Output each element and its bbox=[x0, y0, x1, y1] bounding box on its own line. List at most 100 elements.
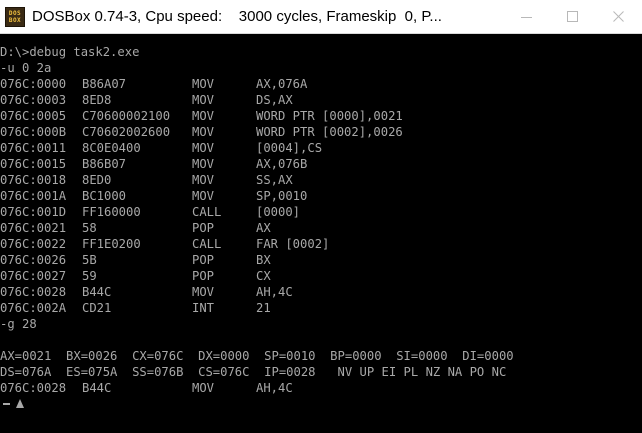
close-button[interactable] bbox=[596, 0, 642, 33]
registers-line-2: DS=076A ES=075A SS=076B CS=076C IP=0028 … bbox=[0, 365, 507, 379]
dos-console[interactable]: D:\>debug task2.exe -u 0 2a 076C:0000 B86… bbox=[0, 34, 642, 433]
listing-address: 076C:001D bbox=[0, 205, 67, 219]
listing-address: 076C:001A bbox=[0, 189, 67, 203]
command-line: D:\>debug task2.exe bbox=[0, 45, 140, 59]
listing-operands: [0000] bbox=[256, 205, 301, 219]
listing-mnemonic: POP bbox=[192, 253, 215, 267]
listing-row: 076C:0026 5B POP BX bbox=[0, 252, 642, 268]
title-bar[interactable]: DOS BOX DOSBox 0.74-3, Cpu speed: 3000 c… bbox=[0, 0, 642, 34]
listing-operands: FAR [0002] bbox=[256, 237, 330, 251]
current-bytes: B44C bbox=[82, 381, 112, 395]
listing-mnemonic: MOV bbox=[192, 141, 215, 155]
listing-row: 076C:001D FF160000 CALL [0000] bbox=[0, 204, 642, 220]
listing-address: 076C:0011 bbox=[0, 141, 67, 155]
listing-row: 076C:0000 B86A07 MOV AX,076A bbox=[0, 76, 642, 92]
minimize-icon bbox=[521, 16, 532, 18]
listing-bytes: 58 bbox=[82, 221, 97, 235]
listing-mnemonic: CALL bbox=[192, 237, 222, 251]
close-icon bbox=[613, 10, 624, 22]
listing-operands: AX,076A bbox=[256, 77, 308, 91]
disassembly-listing: 076C:0000 B86A07 MOV AX,076A 076C:0003 8ED8 MO… bbox=[0, 76, 642, 316]
listing-row: 076C:0011 8C0E0400 MOV [0004],CS bbox=[0, 140, 642, 156]
listing-address: 076C:0005 bbox=[0, 109, 67, 123]
listing-address: 076C:0003 bbox=[0, 93, 67, 107]
icon-text-bottom: BOX bbox=[8, 16, 22, 24]
listing-bytes: C70602002600 bbox=[82, 125, 171, 139]
listing-row: 076C:000B C70602002600 MOV WORD PTR [0002],… bbox=[0, 124, 642, 140]
listing-row: 076C:0018 8ED0 MOV SS,AX bbox=[0, 172, 642, 188]
listing-operands: BX bbox=[256, 253, 271, 267]
listing-bytes: 59 bbox=[82, 269, 97, 283]
go-command: -g 28 bbox=[0, 317, 37, 331]
listing-mnemonic: MOV bbox=[192, 157, 215, 171]
listing-bytes: 8ED8 bbox=[82, 93, 112, 107]
maximize-button[interactable] bbox=[550, 0, 596, 33]
listing-bytes: B44C bbox=[82, 285, 112, 299]
listing-address: 076C:002A bbox=[0, 301, 67, 315]
listing-bytes: FF1E0200 bbox=[82, 237, 141, 251]
dosbox-app-icon[interactable]: DOS BOX bbox=[5, 6, 25, 27]
listing-operands: SP,0010 bbox=[256, 189, 308, 203]
listing-address: 076C:0027 bbox=[0, 269, 67, 283]
listing-operands: 21 bbox=[256, 301, 271, 315]
listing-bytes: FF160000 bbox=[82, 205, 141, 219]
listing-mnemonic: MOV bbox=[192, 285, 215, 299]
listing-row: 076C:0005 C70600002100 MOV WORD PTR [0000],… bbox=[0, 108, 642, 124]
listing-operands: WORD PTR [0002],0026 bbox=[256, 125, 403, 139]
listing-row: 076C:001A BC1000 MOV SP,0010 bbox=[0, 188, 642, 204]
current-address: 076C:0028 bbox=[0, 381, 67, 395]
current-mnemonic: MOV bbox=[192, 381, 215, 395]
listing-address: 076C:0022 bbox=[0, 237, 67, 251]
unassemble-command: -u 0 2a bbox=[0, 61, 52, 75]
window-title: DOSBox 0.74-3, Cpu speed: 3000 cycles, F… bbox=[32, 8, 442, 25]
listing-bytes: 5B bbox=[82, 253, 97, 267]
listing-bytes: CD21 bbox=[82, 301, 112, 315]
dosbox-window: DOS BOX DOSBox 0.74-3, Cpu speed: 3000 c… bbox=[0, 0, 642, 433]
prompt-row[interactable] bbox=[0, 396, 642, 412]
listing-mnemonic: MOV bbox=[192, 77, 215, 91]
listing-row: 076C:0015 B86B07 MOV AX,076B bbox=[0, 156, 642, 172]
text-cursor bbox=[3, 403, 10, 405]
mouse-pointer-icon bbox=[16, 399, 24, 408]
listing-operands: WORD PTR [0000],0021 bbox=[256, 109, 403, 123]
listing-mnemonic: MOV bbox=[192, 125, 215, 139]
listing-address: 076C:000B bbox=[0, 125, 67, 139]
listing-address: 076C:0026 bbox=[0, 253, 67, 267]
listing-row: 076C:0027 59 POP CX bbox=[0, 268, 642, 284]
listing-address: 076C:0000 bbox=[0, 77, 67, 91]
listing-address: 076C:0021 bbox=[0, 221, 67, 235]
listing-operands: [0004],CS bbox=[256, 141, 323, 155]
maximize-icon bbox=[567, 10, 578, 22]
listing-address: 076C:0018 bbox=[0, 173, 67, 187]
listing-bytes: B86B07 bbox=[82, 157, 127, 171]
listing-operands: AX,076B bbox=[256, 157, 308, 171]
listing-row: 076C:002A CD21 INT 21 bbox=[0, 300, 642, 316]
listing-operands: AX bbox=[256, 221, 271, 235]
listing-mnemonic: MOV bbox=[192, 173, 215, 187]
listing-operands: SS,AX bbox=[256, 173, 293, 187]
listing-operands: CX bbox=[256, 269, 271, 283]
listing-bytes: C70600002100 bbox=[82, 109, 171, 123]
listing-mnemonic: MOV bbox=[192, 109, 215, 123]
listing-mnemonic: MOV bbox=[192, 93, 215, 107]
listing-bytes: BC1000 bbox=[82, 189, 127, 203]
listing-mnemonic: POP bbox=[192, 269, 215, 283]
listing-mnemonic: POP bbox=[192, 221, 215, 235]
listing-address: 076C:0028 bbox=[0, 285, 67, 299]
listing-address: 076C:0015 bbox=[0, 157, 67, 171]
icon-text-top: DOS bbox=[8, 9, 22, 17]
listing-mnemonic: MOV bbox=[192, 189, 215, 203]
listing-row: 076C:0022 FF1E0200 CALL FAR [0002] bbox=[0, 236, 642, 252]
current-instruction: 076C:0028 B44C MOV AH,4C bbox=[0, 380, 642, 396]
listing-bytes: 8C0E0400 bbox=[82, 141, 141, 155]
listing-operands: AH,4C bbox=[256, 285, 293, 299]
listing-mnemonic: INT bbox=[192, 301, 215, 315]
minimize-button[interactable] bbox=[504, 0, 550, 33]
listing-row: 076C:0003 8ED8 MOV DS,AX bbox=[0, 92, 642, 108]
listing-row: 076C:0028 B44C MOV AH,4C bbox=[0, 284, 642, 300]
registers-line-1: AX=0021 BX=0026 CX=076C DX=0000 SP=0010 … bbox=[0, 349, 514, 363]
listing-operands: DS,AX bbox=[256, 93, 293, 107]
listing-bytes: B86A07 bbox=[82, 77, 127, 91]
current-operands: AH,4C bbox=[256, 381, 293, 395]
